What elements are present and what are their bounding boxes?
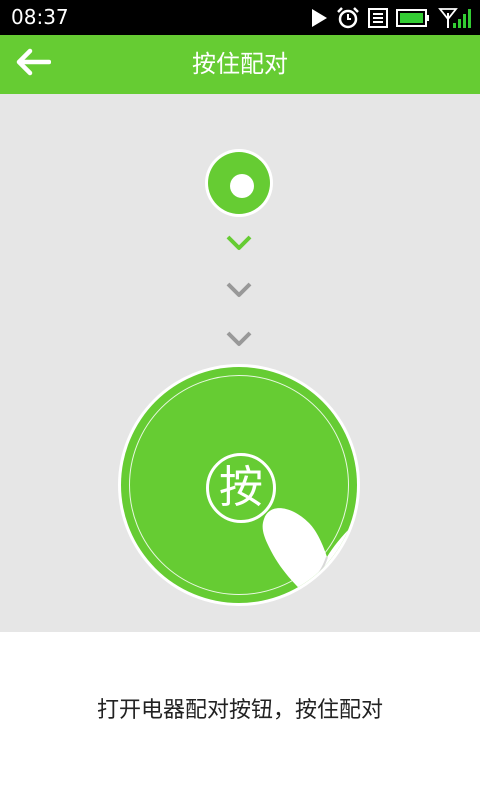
press-label: 按 [219,462,263,513]
notification-icon [368,8,388,28]
press-pair-button[interactable]: 按 [118,364,360,606]
finger-press-icon [261,497,357,603]
chevron-down-icon [225,281,253,299]
status-icons [310,6,472,30]
pairing-illustration: 按 [0,94,480,632]
status-bar: 08:37 [0,0,480,35]
back-button[interactable] [10,43,56,85]
alarm-icon [336,7,360,29]
page-title: 按住配对 [192,50,288,78]
arrow-left-icon [15,48,52,80]
battery-icon [396,8,430,28]
chevron-down-icon [225,234,253,252]
instruction-text: 打开电器配对按钮，按住配对 [96,698,383,723]
status-time: 08:37 [11,5,69,29]
title-bar: 按住配对 [0,35,480,94]
chevron-down-icon [225,330,253,348]
signal-icon [438,7,472,29]
play-icon [310,8,328,28]
device-indicator-icon [205,149,273,217]
